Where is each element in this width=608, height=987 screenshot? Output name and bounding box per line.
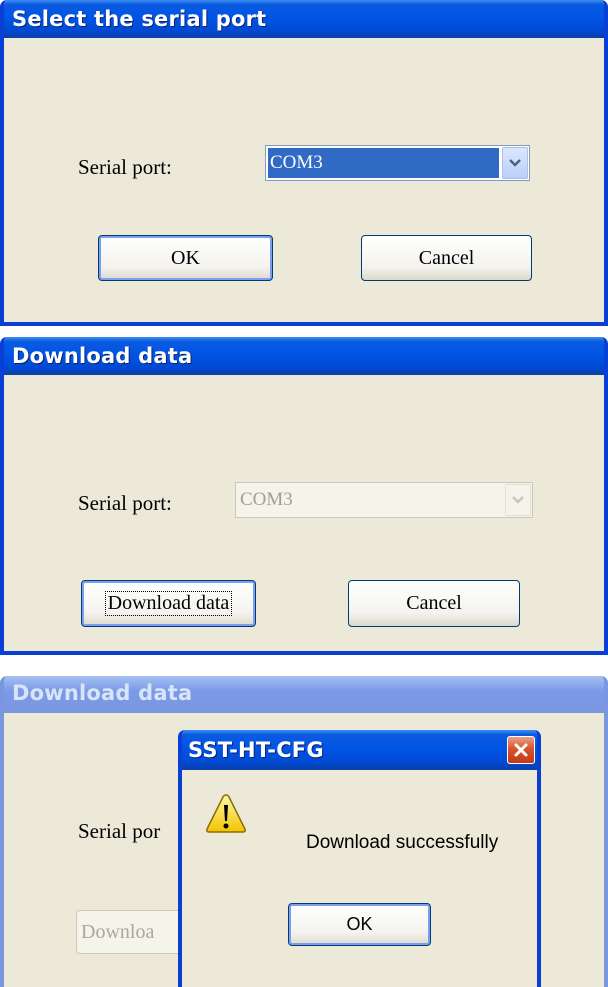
serial-port-select[interactable]: COM3 <box>265 145 530 181</box>
message-box-titlebar[interactable]: SST-HT-CFG <box>182 730 537 770</box>
dialog-titlebar-inactive[interactable]: Download data <box>4 676 604 713</box>
close-button[interactable] <box>507 736 535 764</box>
download-data-dialog: Download data Serial port: COM3 Download… <box>0 337 608 655</box>
dropdown-arrow-button[interactable] <box>502 147 528 179</box>
serial-port-selected-value: COM3 <box>268 148 499 178</box>
select-serial-port-dialog: Select the serial port Serial port: COM3… <box>0 0 608 326</box>
download-data-button-label: Downloa <box>81 920 155 943</box>
serial-port-label: Serial port: <box>78 155 172 179</box>
cancel-button-label: Cancel <box>406 592 462 614</box>
dropdown-arrow-button[interactable] <box>505 484 531 516</box>
download-data-button-label: Download data <box>104 591 233 616</box>
download-data-button[interactable]: Download data <box>81 580 256 627</box>
message-box-title: SST-HT-CFG <box>188 738 324 762</box>
close-icon <box>514 743 528 757</box>
dialog-title: Select the serial port <box>12 7 267 31</box>
dialog-title: Download data <box>12 681 193 705</box>
message-box: SST-HT-CFG Download successfully OK <box>178 730 541 987</box>
serial-port-label: Serial por <box>78 819 161 843</box>
serial-port-label: Serial port: <box>78 491 172 515</box>
dialog-titlebar[interactable]: Download data <box>4 337 604 375</box>
ok-button[interactable]: OK <box>98 235 273 281</box>
dialog-title: Download data <box>12 344 193 368</box>
cancel-button-label: Cancel <box>418 246 475 269</box>
cancel-button[interactable]: Cancel <box>361 235 532 281</box>
chevron-down-icon <box>509 159 521 167</box>
cancel-button[interactable]: Cancel <box>348 580 520 627</box>
ok-button[interactable]: OK <box>288 903 431 946</box>
serial-port-selected-value: COM3 <box>240 489 293 510</box>
ok-button-label: OK <box>346 914 373 934</box>
warning-icon <box>206 794 246 833</box>
message-text: Download successfully <box>306 832 499 853</box>
chevron-down-icon <box>512 496 524 504</box>
serial-port-select[interactable]: COM3 <box>235 482 533 518</box>
ok-button-label: OK <box>171 246 200 269</box>
dialog-titlebar[interactable]: Select the serial port <box>4 0 604 38</box>
